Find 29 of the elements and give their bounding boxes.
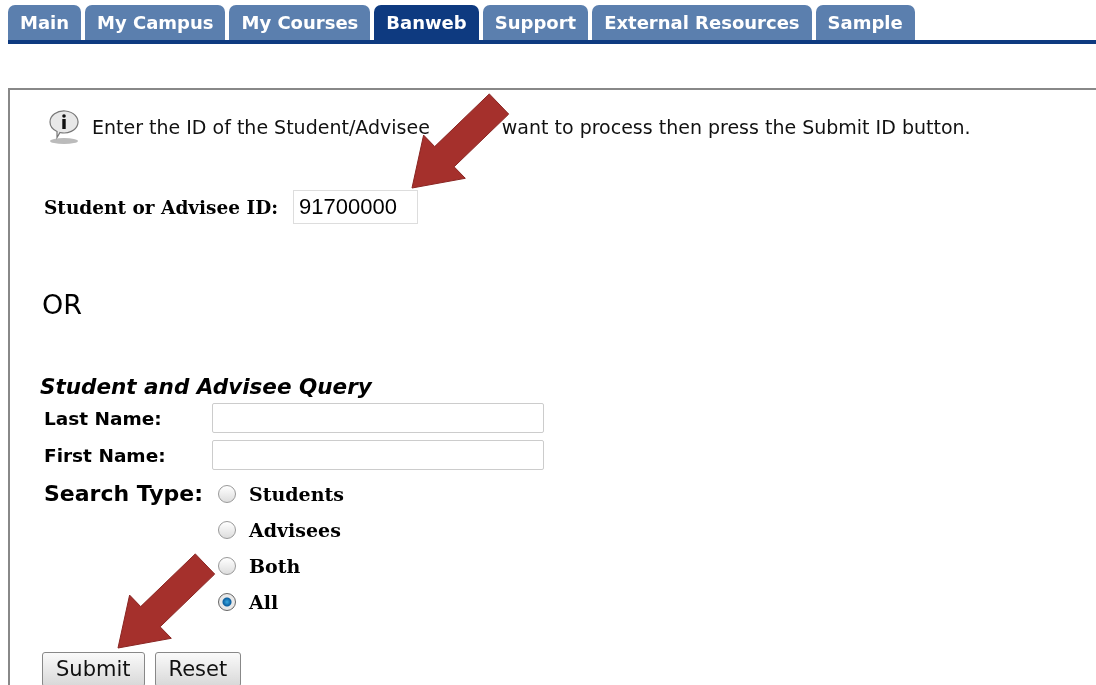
form-button[interactable]: Submit [42,652,145,685]
nav-tab[interactable]: Banweb [374,5,479,40]
nav-tab[interactable]: Main [8,5,82,40]
radio-label: Advisees [249,519,341,541]
radio-button[interactable] [218,557,236,575]
nav-tab[interactable]: Sample [815,5,915,40]
field-label: First Name: [44,444,167,466]
field-label: Search Type: [44,481,205,507]
id-input-field[interactable]: 91700000 [293,190,418,224]
nav-tab[interactable]: My Courses [229,5,371,40]
instruction-text: want to process then press the Submit ID button. [501,116,971,138]
nav-tab[interactable]: Support [482,5,589,40]
radio-label: All [249,591,279,613]
field-label: Student or Advisee ID: [44,196,279,218]
radio-label: Both [249,555,301,577]
name-input-field[interactable] [212,440,544,470]
field-label: Last Name: [44,407,163,429]
info-icon [46,109,82,145]
nav-tab[interactable]: My Campus [85,5,226,40]
radio-label: Students [249,483,344,505]
nav-tab[interactable]: External Resources [592,5,812,40]
or-text: OR [42,289,83,321]
radio-button[interactable] [218,521,236,539]
section-heading: Student and Advisee Query [40,374,374,400]
name-input-field[interactable] [212,403,544,433]
radio-button[interactable] [218,593,236,611]
form-button[interactable]: Reset [154,652,242,685]
radio-button[interactable] [218,485,236,503]
instruction-text: Enter the ID of the Student/Advisee [92,116,430,138]
